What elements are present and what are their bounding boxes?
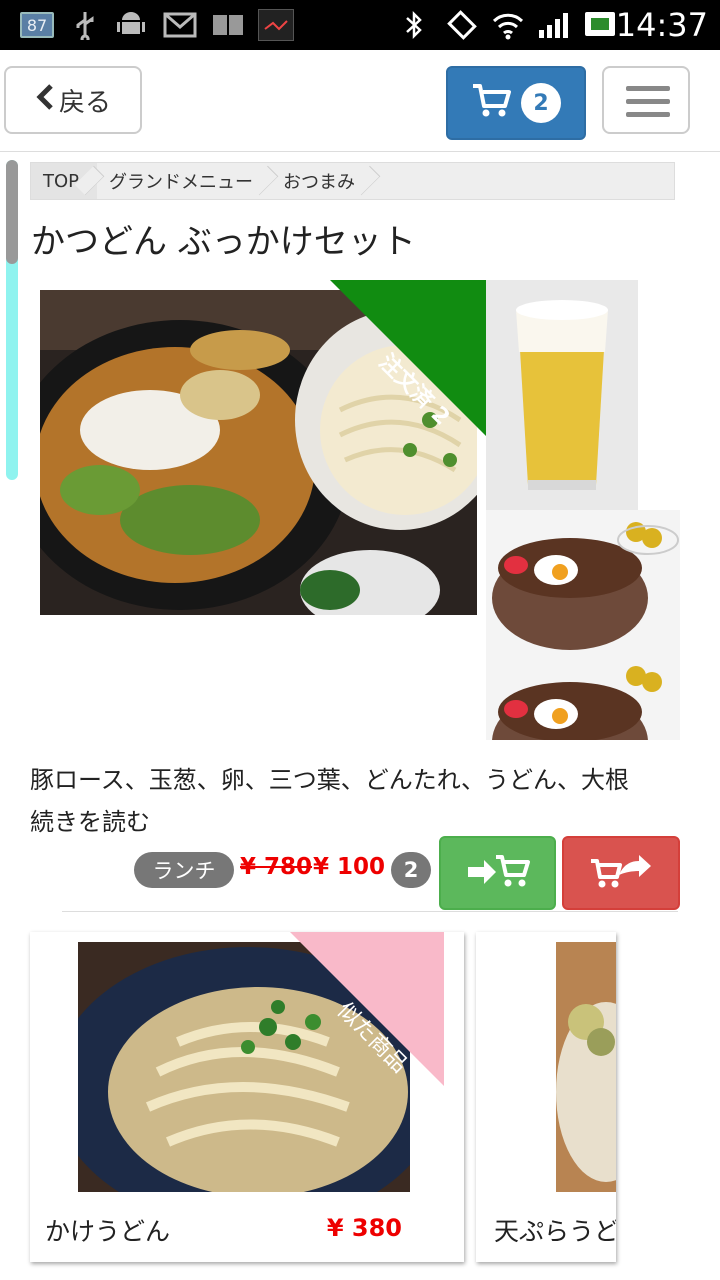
breadcrumb-item-grand-menu[interactable]: グランドメニュー — [97, 163, 271, 199]
menu-line-icon — [626, 99, 670, 104]
usb-icon — [70, 9, 100, 41]
notification-count-badge: 87 — [20, 12, 54, 38]
breadcrumb-item-top[interactable]: TOP — [31, 163, 98, 199]
bluetooth-icon — [400, 9, 428, 41]
cart-count-badge: 2 — [521, 83, 561, 123]
add-to-cart-icon — [466, 851, 530, 895]
add-to-cart-button[interactable] — [439, 836, 556, 910]
book-icon — [210, 9, 246, 41]
price-row: ランチ ¥ 780 ¥ 100 2 — [0, 836, 720, 912]
android-icon — [114, 9, 148, 41]
cart-icon — [471, 82, 511, 124]
app-icon — [258, 9, 294, 41]
similar-item-card[interactable]: 天ぷらうどん — [476, 932, 616, 1262]
clock: 14:37 — [615, 6, 708, 44]
gyudon-thumbnail[interactable] — [486, 510, 680, 654]
similar-item-ribbon: 似た商品 — [290, 932, 444, 1086]
scrollbar[interactable] — [6, 160, 18, 480]
similar-item-name: かけうどん — [45, 1217, 171, 1246]
remove-from-cart-icon — [589, 851, 653, 895]
chevron-left-icon — [35, 83, 55, 118]
original-price: ¥ 780 — [240, 854, 313, 880]
gyudon-thumbnail-2[interactable] — [486, 654, 680, 740]
hamburger-menu-button[interactable] — [602, 66, 690, 134]
menu-line-icon — [626, 86, 670, 91]
remove-from-cart-button[interactable] — [562, 836, 680, 910]
quantity-badge: 2 — [391, 852, 431, 888]
product-title: かつどん ぶっかけセット — [31, 222, 416, 262]
signal-icon — [538, 12, 572, 38]
divider — [62, 911, 678, 912]
ordered-ribbon: 注文済 2 — [330, 280, 486, 436]
cart-button[interactable]: 2 — [446, 66, 586, 140]
similar-item-image — [556, 942, 616, 1192]
beer-thumbnail[interactable] — [486, 280, 638, 510]
similar-item-price: ¥ 380 — [326, 1214, 402, 1242]
lunch-tag: ランチ — [134, 852, 234, 888]
battery-icon — [585, 12, 615, 36]
wifi-icon — [490, 9, 526, 41]
status-bar: 87 14:37 — [0, 0, 720, 50]
gmail-icon — [162, 9, 198, 41]
read-more-link[interactable]: 続きを読む — [30, 802, 150, 837]
breadcrumb: TOP グランドメニュー おつまみ — [30, 162, 675, 200]
back-button-label: 戻る — [58, 87, 111, 118]
product-description: 豚ロース、玉葱、卵、三つ葉、どんたれ、うどん、大根 — [30, 766, 630, 794]
back-button[interactable]: 戻る — [4, 66, 142, 134]
similar-item-name: 天ぷらうどん — [494, 1217, 616, 1246]
top-navbar: 戻る 2 — [0, 50, 720, 152]
breadcrumb-item-otsumami[interactable]: おつまみ — [271, 163, 373, 199]
sale-price: ¥ 100 — [313, 854, 386, 880]
rotation-icon — [444, 9, 480, 41]
menu-line-icon — [626, 112, 670, 117]
